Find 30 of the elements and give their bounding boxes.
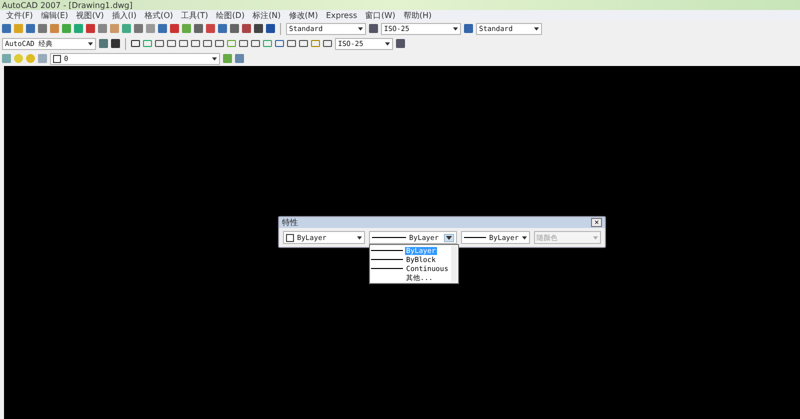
panel-title: 特性 — [282, 217, 298, 228]
menu-item[interactable]: 插入(I) — [112, 10, 136, 20]
scrollbar[interactable] — [451, 246, 458, 282]
line-sample-icon — [372, 237, 406, 238]
caret-icon — [212, 56, 217, 60]
window-title: AutoCAD 2007 - [Drawing1.dwg] — [1, 0, 133, 10]
menu-item[interactable]: 窗口(W) — [365, 10, 396, 20]
caret-icon — [534, 26, 539, 30]
caret-icon — [593, 236, 598, 240]
caret-icon — [453, 26, 458, 30]
caret-icon — [88, 42, 93, 46]
caret-icon — [358, 26, 363, 30]
caret-icon — [357, 236, 362, 240]
close-button[interactable]: × — [591, 218, 602, 227]
swatch-icon — [286, 234, 294, 242]
menu-item[interactable]: 帮助(H) — [403, 10, 432, 20]
menu-item[interactable]: 标注(N) — [252, 10, 281, 20]
caret-icon[interactable] — [444, 234, 454, 242]
menu-item[interactable]: 绘图(D) — [216, 10, 245, 20]
swatch-icon — [53, 54, 61, 62]
menu-item[interactable]: Express — [326, 10, 358, 20]
menu-item[interactable]: 工具(T) — [181, 10, 208, 20]
caret-icon — [522, 236, 527, 240]
line-sample-icon — [464, 237, 486, 238]
menu-item[interactable]: 修改(M) — [288, 10, 318, 20]
caret-icon — [385, 42, 390, 46]
menu-item[interactable]: 视图(V) — [76, 10, 104, 20]
menu-item[interactable]: 编辑(E) — [40, 10, 68, 20]
menu-item[interactable]: 格式(O) — [144, 10, 174, 20]
menu-item[interactable]: 文件(F) — [6, 10, 33, 20]
